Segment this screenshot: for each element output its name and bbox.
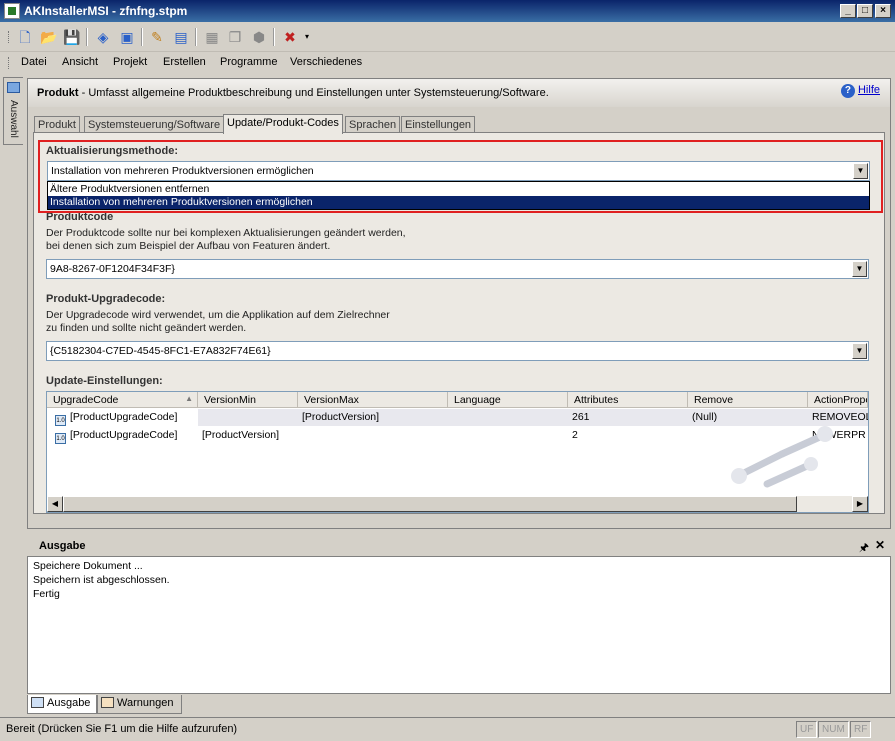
- wrench-watermark-icon: [731, 426, 833, 488]
- properties-icon[interactable]: ▤: [172, 28, 190, 46]
- tab-einstellungen[interactable]: Einstellungen: [401, 116, 476, 133]
- update-settings-label: Update-Einstellungen:: [46, 375, 163, 387]
- output-header: Ausgabe 🖈 ✕: [27, 537, 891, 555]
- status-bar: Bereit (Drücken Sie F1 um die Hilfe aufz…: [0, 717, 895, 741]
- output-icon: [31, 697, 44, 708]
- upgrade-code-value: {C5182304-C7ED-4545-8FC1-E7A832F74E61}: [50, 345, 271, 357]
- version-icon: 1.0: [55, 433, 66, 444]
- horizontal-scrollbar[interactable]: ◀ ▶: [47, 496, 868, 512]
- upgrade-code-desc-2: zu finden und sollte nicht geändert werd…: [46, 322, 247, 334]
- status-indicator-rf: RF: [850, 721, 872, 738]
- scroll-left-icon[interactable]: ◀: [47, 496, 63, 512]
- product-code-desc-1: Der Produktcode sollte nur bei komplexen…: [46, 227, 406, 239]
- sidebar-tab-label: Auswahl: [8, 100, 19, 138]
- open-folder-icon[interactable]: 📂: [40, 28, 58, 46]
- tab-sprachen[interactable]: Sprachen: [345, 116, 401, 133]
- navigate-icon[interactable]: ◈: [94, 28, 112, 46]
- table-cell[interactable]: [298, 427, 448, 444]
- scroll-right-icon[interactable]: ▶: [852, 496, 868, 512]
- title-bar: AKInstallerMSI - zfnfng.stpm _ □ ×: [0, 0, 895, 22]
- tab-update-produkt-codes[interactable]: Update/Produkt-Codes: [223, 114, 343, 134]
- menu-verschiedenes[interactable]: Verschiedenes: [290, 56, 362, 68]
- highlight-box: [38, 140, 883, 213]
- menu-erstellen[interactable]: Erstellen: [163, 56, 206, 68]
- new-document-icon[interactable]: 🗋: [16, 28, 34, 46]
- table-cell[interactable]: 1.0 [ProductUpgradeCode]: [51, 409, 198, 426]
- log-line: Fertig: [33, 588, 60, 600]
- toolbar-overflow-icon[interactable]: ▾: [302, 28, 312, 46]
- table-cell[interactable]: [ProductVersion]: [198, 427, 298, 444]
- tab-ausgabe[interactable]: Ausgabe: [27, 695, 97, 714]
- toolbar-grip[interactable]: [8, 31, 11, 43]
- package-icon[interactable]: ⬢: [250, 28, 268, 46]
- help-icon: ?: [840, 84, 855, 98]
- close-button[interactable]: ×: [875, 4, 891, 18]
- help-link[interactable]: ? Hilfe: [840, 84, 880, 98]
- column-header[interactable]: VersionMax: [298, 392, 448, 408]
- page-header: Produkt - Umfasst allgemeine Produktbesc…: [28, 79, 890, 107]
- tab-systemsteuerung[interactable]: Systemsteuerung/Software: [84, 116, 225, 133]
- status-text: Bereit (Drücken Sie F1 um die Hilfe aufz…: [6, 723, 238, 735]
- window-icon[interactable]: ▣: [118, 28, 136, 46]
- folder-icon: [7, 82, 20, 93]
- table-cell[interactable]: [448, 427, 568, 444]
- log-line: Speichern ist abgeschlossen.: [33, 574, 170, 586]
- column-header[interactable]: Attributes: [568, 392, 688, 408]
- chevron-down-icon[interactable]: ▼: [852, 261, 867, 277]
- table-cell[interactable]: [ProductVersion]: [298, 409, 448, 426]
- toolbar-separator: [86, 28, 88, 46]
- warning-icon: [101, 697, 114, 708]
- upgrade-code-label: Produkt-Upgradecode:: [46, 293, 166, 305]
- close-icon[interactable]: ✕: [875, 538, 885, 552]
- toolbar-separator: [141, 28, 143, 46]
- upgrade-code-desc-1: Der Upgradecode wird verwendet, um die A…: [46, 309, 390, 321]
- column-header[interactable]: Remove: [688, 392, 808, 408]
- table-cell[interactable]: [448, 409, 568, 426]
- upgrade-code-field[interactable]: {C5182304-C7ED-4545-8FC1-E7A832F74E61} ▼: [46, 341, 869, 361]
- version-icon: 1.0: [55, 415, 66, 426]
- minimize-button[interactable]: _: [840, 4, 856, 18]
- column-header[interactable]: VersionMin: [198, 392, 298, 408]
- tab-produkt[interactable]: Produkt: [34, 116, 80, 133]
- tab-warnungen[interactable]: Warnungen: [97, 695, 182, 714]
- status-indicator-num: NUM: [818, 721, 849, 738]
- sidebar-tab-auswahl[interactable]: Auswahl: [3, 77, 23, 145]
- table-cell[interactable]: 1.0 [ProductUpgradeCode]: [51, 427, 198, 444]
- menu-projekt[interactable]: Projekt: [113, 56, 147, 68]
- copy-icon[interactable]: ❐: [226, 28, 244, 46]
- edit-document-icon[interactable]: ✎: [148, 28, 166, 46]
- column-header[interactable]: UpgradeCode ▲: [47, 392, 198, 408]
- window-title: AKInstallerMSI - zfnfng.stpm: [24, 4, 188, 18]
- output-log[interactable]: Speichere Dokument ... Speichern ist abg…: [27, 556, 891, 694]
- scroll-thumb[interactable]: [63, 496, 797, 512]
- build-icon[interactable]: ▦: [203, 28, 221, 46]
- table-cell[interactable]: 261: [568, 409, 688, 426]
- save-icon[interactable]: 💾: [63, 28, 81, 46]
- table-cell[interactable]: 2: [568, 427, 688, 444]
- toolbar-separator: [273, 28, 275, 46]
- menu-bar: Datei Ansicht Projekt Erstellen Programm…: [0, 53, 895, 73]
- page-title: Produkt: [37, 87, 79, 99]
- update-settings-grid: UpgradeCode ▲ VersionMin VersionMax Lang…: [46, 391, 869, 513]
- table-cell[interactable]: [198, 409, 298, 426]
- product-code-field[interactable]: 9A8-8267-0F1204F34F3F} ▼: [46, 259, 869, 279]
- tools-icon[interactable]: ✖: [281, 28, 299, 46]
- column-header[interactable]: ActionPrope: [808, 392, 868, 408]
- status-indicator-uf: UF: [796, 721, 818, 738]
- menu-ansicht[interactable]: Ansicht: [62, 56, 98, 68]
- product-code-value: 9A8-8267-0F1204F34F3F}: [50, 263, 175, 275]
- output-title: Ausgabe: [39, 540, 86, 552]
- page-description: - Umfasst allgemeine Produktbeschreibung…: [78, 87, 549, 99]
- menu-programme[interactable]: Programme: [220, 56, 277, 68]
- menu-datei[interactable]: Datei: [21, 56, 47, 68]
- maximize-button[interactable]: □: [857, 4, 873, 18]
- product-code-desc-2: bei denen sich zum Beispiel der Aufbau v…: [46, 240, 331, 252]
- toolbar: 🗋 📂 💾 ◈ ▣ ✎ ▤ ▦ ❐ ⬢ ✖ ▾: [0, 22, 895, 52]
- toolbar-separator: [195, 28, 197, 46]
- app-icon: [4, 3, 20, 19]
- chevron-down-icon[interactable]: ▼: [852, 343, 867, 359]
- menu-grip[interactable]: [8, 57, 11, 69]
- column-header[interactable]: Language: [448, 392, 568, 408]
- log-line: Speichere Dokument ...: [33, 560, 143, 572]
